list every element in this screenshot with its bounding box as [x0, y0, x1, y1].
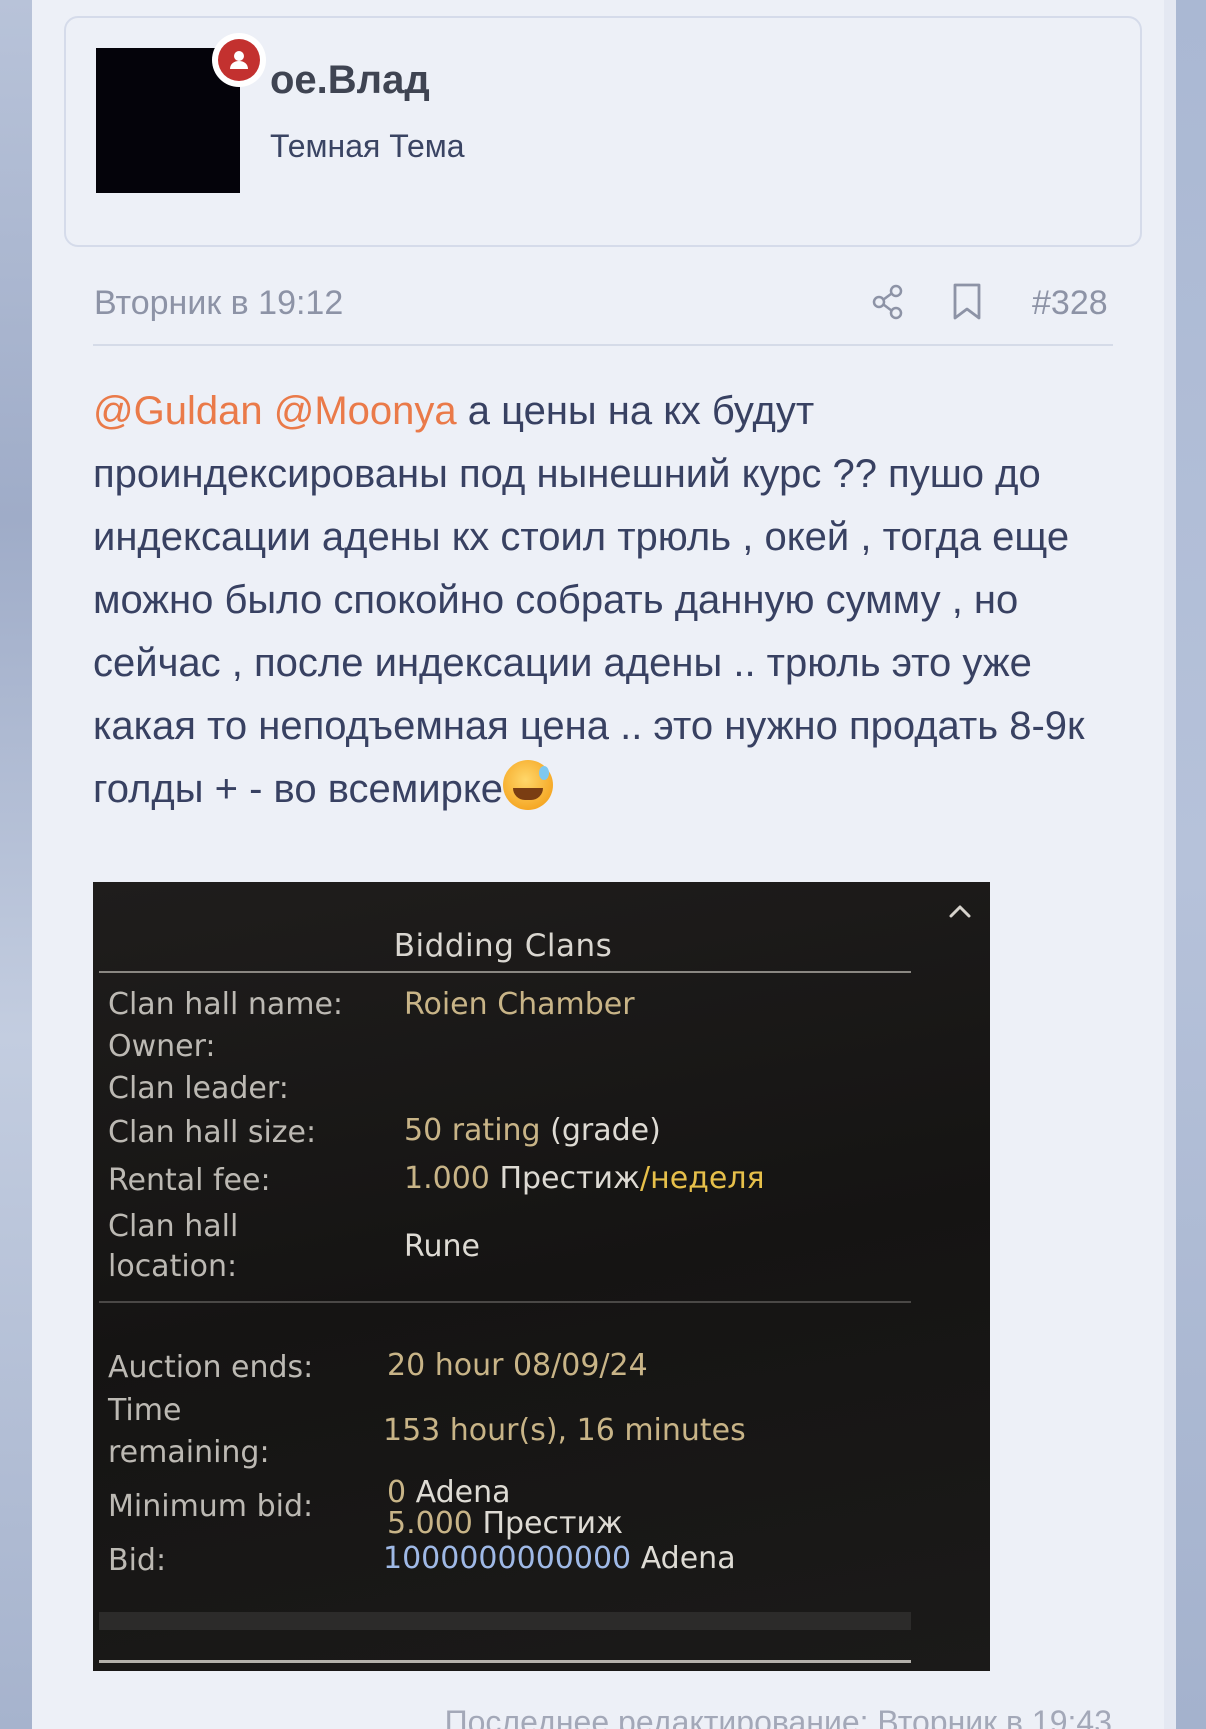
- label-owner: Owner:: [108, 1029, 216, 1064]
- label-min-bid: Minimum bid:: [108, 1489, 314, 1524]
- value-size-grade: (grade): [550, 1113, 661, 1148]
- label-location-line2: location:: [108, 1249, 238, 1284]
- share-icon[interactable]: [870, 282, 906, 322]
- user-title: Темная Тема: [270, 128, 465, 164]
- meta-divider: [93, 344, 1113, 346]
- post-text: а цены на кх будут проиндексированы под …: [93, 389, 1085, 811]
- panel-edge: [1164, 0, 1176, 1729]
- background-left: [0, 0, 32, 1729]
- bookmark-icon[interactable]: [951, 282, 983, 322]
- value-auction-ends: 20 hour 08/09/24: [387, 1348, 648, 1383]
- background-right: [1176, 0, 1206, 1729]
- value-bid: 1000000000000 Adena: [383, 1540, 736, 1578]
- label-fee: Rental fee:: [108, 1163, 271, 1198]
- bottom-divider: [99, 1660, 911, 1663]
- post-body: @Guldan @Moonya а цены на кх будут проин…: [93, 380, 1113, 821]
- username[interactable]: ое.Влад: [270, 58, 430, 103]
- label-time-line2: remaining:: [108, 1435, 270, 1470]
- value-min-bid-prestige-amount: 5.000: [387, 1506, 473, 1541]
- value-min-bid-prestige-currency: Престиж: [482, 1506, 623, 1541]
- value-size-rating: 50 rating: [404, 1113, 541, 1148]
- label-location-line1: Clan hall: [108, 1209, 239, 1244]
- value-location: Rune: [404, 1229, 480, 1264]
- collapse-icon: [943, 900, 977, 924]
- label-size: Clan hall size:: [108, 1115, 317, 1150]
- mention-link[interactable]: @Guldan: [93, 389, 263, 433]
- label-leader: Clan leader:: [108, 1071, 289, 1106]
- label-bid: Bid:: [108, 1543, 167, 1578]
- attached-game-screenshot[interactable]: Bidding Clans Clan hall name: Roien Cham…: [93, 882, 990, 1671]
- input-bar: [99, 1612, 911, 1630]
- label-hall-name: Clan hall name:: [108, 987, 344, 1022]
- user-status-icon: [218, 39, 260, 81]
- window-title: Bidding Clans: [393, 928, 613, 964]
- value-size: 50 rating (grade): [404, 1112, 661, 1150]
- label-auction-ends: Auction ends:: [108, 1350, 314, 1385]
- value-time-remaining: 153 hour(s), 16 minutes: [383, 1413, 746, 1448]
- value-min-bid-prestige: 5.000 Престиж: [387, 1505, 623, 1543]
- post-number-link[interactable]: #328: [1032, 284, 1108, 323]
- post-date[interactable]: Вторник в 19:12: [94, 284, 343, 323]
- title-divider: [99, 971, 911, 973]
- value-bid-amount: 1000000000000: [383, 1541, 632, 1576]
- value-fee-period: неделя: [650, 1161, 765, 1196]
- value-hall-name: Roien Chamber: [404, 987, 635, 1022]
- label-time-line1: Time: [108, 1393, 182, 1428]
- sweat-smile-emoji: [503, 760, 554, 810]
- section-divider: [99, 1301, 911, 1303]
- value-fee-currency: Престиж: [499, 1161, 640, 1196]
- value-fee-amount: 1.000: [404, 1161, 490, 1196]
- status-badge: [212, 33, 266, 87]
- value-bid-currency: Adena: [640, 1541, 736, 1576]
- value-fee: 1.000 Престиж/неделя: [404, 1160, 765, 1198]
- value-fee-slash: /: [640, 1161, 651, 1196]
- mention-link[interactable]: @Moonya: [274, 389, 457, 433]
- edit-note: Последнее редактирование: Вторник в 19:4…: [444, 1704, 1112, 1729]
